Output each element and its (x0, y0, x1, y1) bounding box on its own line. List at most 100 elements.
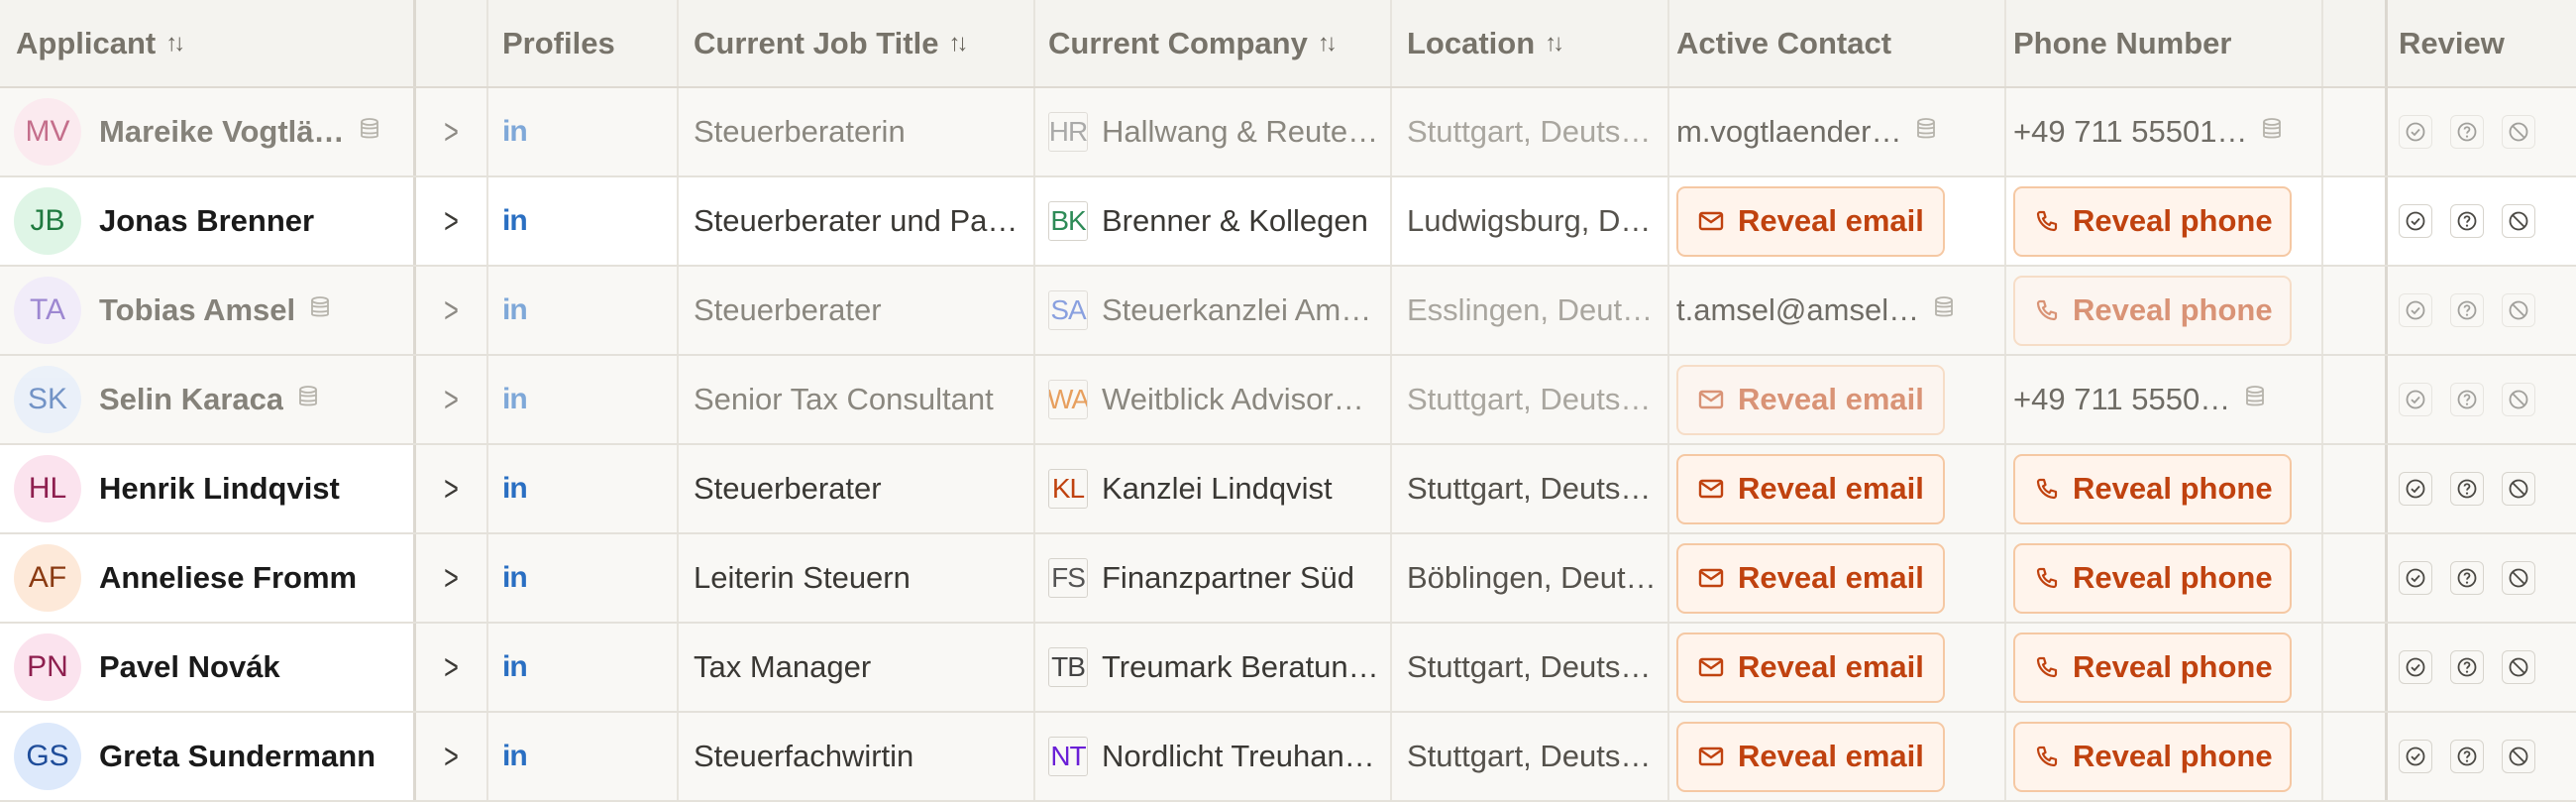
reveal-email-button[interactable]: Reveal email (1676, 632, 1945, 703)
company-logo: NT (1048, 737, 1088, 776)
reject-ban-icon[interactable] (2502, 204, 2535, 238)
chevron-right-icon[interactable]: > (444, 289, 459, 331)
location: Stuttgart, Deuts… (1407, 649, 1652, 684)
reveal-email-button[interactable]: Reveal email (1676, 364, 1945, 435)
expand-cell[interactable]: > (416, 356, 488, 443)
linkedin-icon[interactable]: in (502, 293, 528, 327)
question-icon[interactable] (2450, 561, 2484, 595)
expand-cell[interactable]: > (416, 713, 488, 800)
reveal-phone-button[interactable]: Reveal phone (2013, 542, 2292, 614)
expand-cell[interactable]: > (416, 177, 488, 265)
reveal-phone-button[interactable]: Reveal phone (2013, 632, 2292, 703)
avatar: TA (14, 277, 81, 344)
applicant-cell[interactable]: TA Tobias Amsel (0, 267, 416, 354)
expand-cell[interactable]: > (416, 534, 488, 622)
linkedin-icon[interactable]: in (502, 650, 528, 684)
applicant-cell[interactable]: SK Selin Karaca (0, 356, 416, 443)
applicant-name[interactable]: Anneliese Fromm (99, 560, 357, 596)
chevron-right-icon[interactable]: > (444, 111, 459, 153)
reveal-email-button[interactable]: Reveal email (1676, 542, 1945, 614)
applicant-name[interactable]: Tobias Amsel (99, 292, 295, 328)
sort-icon[interactable]: ↑↓ (165, 30, 185, 58)
question-icon[interactable] (2450, 115, 2484, 149)
reject-ban-icon[interactable] (2502, 650, 2535, 684)
applicant-name[interactable]: Henrik Lindqvist (99, 471, 340, 507)
question-icon[interactable] (2450, 293, 2484, 327)
chevron-right-icon[interactable]: > (444, 379, 459, 420)
expand-cell[interactable]: > (416, 88, 488, 175)
chevron-right-icon[interactable]: > (444, 646, 459, 688)
approve-check-icon[interactable] (2399, 472, 2432, 506)
chevron-right-icon[interactable]: > (444, 468, 459, 510)
approve-check-icon[interactable] (2399, 740, 2432, 773)
phone-value[interactable]: +49 711 55501… (2013, 114, 2247, 150)
table-row[interactable]: MV Mareike Vogtlä… > in Steuerberaterin … (0, 88, 2576, 177)
linkedin-icon[interactable]: in (502, 383, 528, 416)
sort-icon[interactable]: ↑↓ (1318, 30, 1338, 58)
column-header-location[interactable]: Location ↑↓ (1392, 0, 1669, 86)
applicant-cell[interactable]: GS Greta Sundermann (0, 713, 416, 800)
applicant-name[interactable]: Selin Karaca (99, 382, 283, 417)
column-header-job-title[interactable]: Current Job Title ↑↓ (679, 0, 1035, 86)
reveal-email-button[interactable]: Reveal email (1676, 185, 1945, 257)
linkedin-icon[interactable]: in (502, 204, 528, 238)
approve-check-icon[interactable] (2399, 293, 2432, 327)
reject-ban-icon[interactable] (2502, 293, 2535, 327)
column-header-applicant[interactable]: Applicant ↑↓ (0, 0, 416, 86)
sort-icon[interactable]: ↑↓ (1545, 30, 1564, 58)
reject-ban-icon[interactable] (2502, 561, 2535, 595)
reveal-phone-button[interactable]: Reveal phone (2013, 453, 2292, 524)
table-row[interactable]: JB Jonas Brenner > in Steuerberater und … (0, 177, 2576, 267)
table-row[interactable]: PN Pavel Novák > in Tax Manager TB Treuma… (0, 624, 2576, 713)
approve-check-icon[interactable] (2399, 383, 2432, 416)
phone-value[interactable]: +49 711 5550… (2013, 382, 2230, 417)
column-header-company[interactable]: Current Company ↑↓ (1035, 0, 1392, 86)
reveal-phone-button[interactable]: Reveal phone (2013, 721, 2292, 792)
reject-ban-icon[interactable] (2502, 383, 2535, 416)
reject-ban-icon[interactable] (2502, 472, 2535, 506)
applicant-cell[interactable]: HL Henrik Lindqvist (0, 445, 416, 532)
approve-check-icon[interactable] (2399, 115, 2432, 149)
linkedin-icon[interactable]: in (502, 472, 528, 506)
applicant-name[interactable]: Greta Sundermann (99, 739, 376, 774)
expand-cell[interactable]: > (416, 267, 488, 354)
reject-ban-icon[interactable] (2502, 740, 2535, 773)
applicant-cell[interactable]: JB Jonas Brenner (0, 177, 416, 265)
approve-check-icon[interactable] (2399, 561, 2432, 595)
expand-cell[interactable]: > (416, 445, 488, 532)
chevron-right-icon[interactable]: > (444, 557, 459, 599)
reveal-phone-button[interactable]: Reveal phone (2013, 185, 2292, 257)
question-icon[interactable] (2450, 472, 2484, 506)
linkedin-icon[interactable]: in (502, 561, 528, 595)
email-value[interactable]: t.amsel@amsel… (1676, 292, 1919, 328)
question-icon[interactable] (2450, 650, 2484, 684)
applicant-name[interactable]: Jonas Brenner (99, 203, 314, 239)
question-icon[interactable] (2450, 740, 2484, 773)
table-row[interactable]: GS Greta Sundermann > in Steuerfachwirti… (0, 713, 2576, 802)
applicant-cell[interactable]: MV Mareike Vogtlä… (0, 88, 416, 175)
reveal-email-button[interactable]: Reveal email (1676, 721, 1945, 792)
table-row[interactable]: TA Tobias Amsel > in Steuerberater SA Ste… (0, 267, 2576, 356)
question-icon[interactable] (2450, 383, 2484, 416)
approve-check-icon[interactable] (2399, 204, 2432, 238)
expand-cell[interactable]: > (416, 624, 488, 711)
chevron-right-icon[interactable]: > (444, 200, 459, 242)
approve-check-icon[interactable] (2399, 650, 2432, 684)
chevron-right-icon[interactable]: > (444, 736, 459, 777)
linkedin-icon[interactable]: in (502, 115, 528, 149)
applicant-cell[interactable]: AF Anneliese Fromm (0, 534, 416, 622)
question-icon[interactable] (2450, 204, 2484, 238)
applicant-cell[interactable]: PN Pavel Novák (0, 624, 416, 711)
table-row[interactable]: SK Selin Karaca > in Senior Tax Consulta… (0, 356, 2576, 445)
reveal-phone-button[interactable]: Reveal phone (2013, 275, 2292, 346)
sort-icon[interactable]: ↑↓ (948, 30, 968, 58)
applicant-name[interactable]: Pavel Novák (99, 649, 280, 685)
phone-icon (2035, 298, 2059, 322)
applicant-name[interactable]: Mareike Vogtlä… (99, 114, 345, 150)
table-row[interactable]: HL Henrik Lindqvist > in Steuerberater K… (0, 445, 2576, 534)
linkedin-icon[interactable]: in (502, 740, 528, 773)
reveal-email-button[interactable]: Reveal email (1676, 453, 1945, 524)
email-value[interactable]: m.vogtlaender… (1676, 114, 1901, 150)
reject-ban-icon[interactable] (2502, 115, 2535, 149)
table-row[interactable]: AF Anneliese Fromm > in Leiterin Steuern… (0, 534, 2576, 624)
